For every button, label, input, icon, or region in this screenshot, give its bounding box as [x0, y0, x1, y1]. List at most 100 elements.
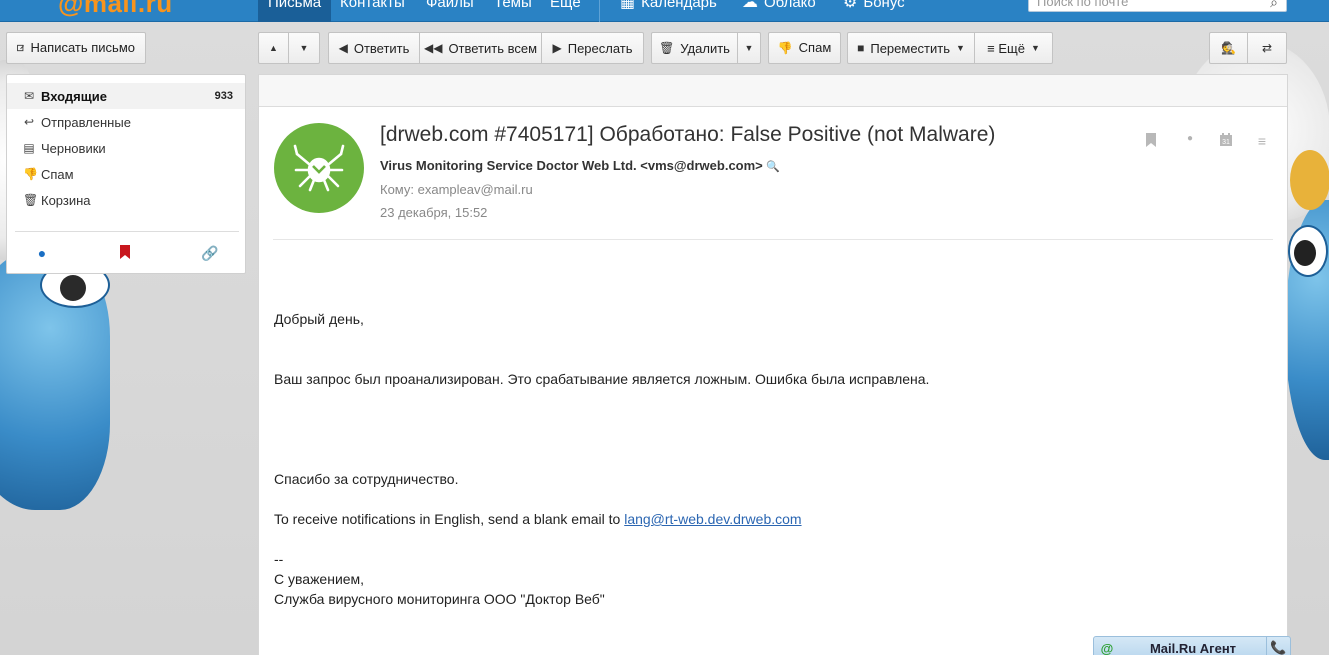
message-sender-label: Virus Monitoring Service Doctor Web Ltd.…	[380, 158, 763, 173]
next-message-button[interactable]: ▼	[289, 32, 320, 64]
arrow-up-icon: ▲	[269, 43, 278, 53]
body-signature: Служба вирусного мониторинга ООО "Доктор…	[274, 591, 605, 607]
spy-icon: 🕵	[1221, 41, 1236, 55]
reply-button[interactable]: ◀ Ответить	[328, 32, 420, 64]
reply-label: Ответить	[353, 40, 410, 56]
nav-more[interactable]: Ещё	[540, 0, 591, 22]
calendar-icon: ▦	[620, 0, 636, 11]
reply-all-label: Ответить всем	[448, 40, 538, 56]
forward-button[interactable]: ▶ Переслать	[542, 32, 644, 64]
folder-sent[interactable]: ↩ Отправленные	[7, 109, 245, 135]
spam-label: Спам	[798, 40, 832, 55]
body-regards: С уважением,	[274, 571, 365, 587]
nav-contacts[interactable]: Контакты	[330, 0, 415, 22]
forward-icon: ▶	[552, 41, 562, 55]
compose-label: Написать письмо	[30, 40, 135, 55]
move-label: Переместить	[870, 40, 950, 56]
move-button[interactable]: ■ Переместить ▼	[847, 32, 975, 64]
nav-files[interactable]: Файлы	[416, 0, 484, 22]
folder-trash-label: Корзина	[41, 192, 91, 208]
move-more-group: ■ Переместить ▼ ≡ Ещё ▼	[847, 32, 1053, 64]
spam-icon: 👎	[23, 167, 38, 181]
more-button[interactable]: ≡ Ещё ▼	[975, 32, 1053, 64]
folder-inbox-label: Входящие	[41, 88, 107, 104]
folder-spam-label: Спам	[41, 166, 74, 182]
magnifier-icon[interactable]: 🔍	[766, 161, 780, 173]
message-view: [drweb.com #7405171] Обработано: False P…	[258, 74, 1288, 655]
agent-at-icon: @	[1100, 640, 1114, 655]
attachment-filter-paperclip-icon[interactable]: 🔗	[200, 245, 220, 265]
sent-icon: ↩	[23, 115, 35, 129]
folder-trash[interactable]: 🗑 Корзина	[7, 187, 245, 213]
arrow-down-icon: ▼	[299, 43, 309, 53]
nav-themes[interactable]: Темы	[484, 0, 542, 22]
folders-divider	[15, 231, 239, 232]
reply-all-icon: ◀◀	[423, 41, 443, 55]
nav-letters[interactable]: Письма	[258, 0, 332, 22]
folder-drafts-label: Черновики	[41, 140, 106, 156]
svg-text:31: 31	[1222, 139, 1230, 146]
reply-all-button[interactable]: ◀◀ Ответить всем	[420, 32, 542, 64]
view-options-group: 🕵 ⇄	[1209, 32, 1287, 64]
nav-calendar[interactable]: ▦ Календарь	[620, 0, 717, 22]
nav-cloud-label: Облако	[764, 0, 816, 11]
calendar-small-icon[interactable]: 31	[1217, 133, 1235, 151]
mail-ru-logo[interactable]: @mail.ru	[58, 0, 173, 19]
previous-message-button[interactable]: ▲	[258, 32, 289, 64]
nav-bonus-label: Бонус	[863, 0, 905, 11]
background-decoration-right-hair	[1290, 150, 1329, 210]
inbox-count: 933	[214, 90, 233, 102]
search-icon[interactable]: ⌕	[1270, 0, 1278, 11]
delete-options-button[interactable]: ▼	[738, 32, 761, 64]
folder-drafts[interactable]: ▤ Черновики	[7, 135, 245, 161]
flagged-filter-bookmark-icon[interactable]	[115, 245, 135, 265]
message-date: 23 декабря, 15:52	[380, 205, 488, 220]
folder-spam[interactable]: 👎 Спам	[7, 161, 245, 187]
unread-filter-dot-icon[interactable]: ●	[32, 245, 52, 265]
delete-label: Удалить	[680, 40, 730, 56]
more-label: ≡ Ещё	[987, 40, 1025, 56]
trash-icon: 🗑	[659, 41, 675, 55]
gear-icon: ⚙	[843, 0, 858, 11]
body-thanks: Спасибо за сотрудничество.	[274, 471, 459, 487]
reply-group: ◀ Ответить ◀◀ Ответить всем ▶ Переслать	[328, 32, 644, 64]
search-input[interactable]: Поиск по почте ⌕	[1028, 0, 1287, 12]
thumbs-down-icon: 👎	[777, 41, 793, 55]
cloud-icon: ☁	[742, 0, 758, 11]
message-sender[interactable]: Virus Monitoring Service Doctor Web Ltd.…	[380, 158, 780, 173]
body-line1: Ваш запрос был проанализирован. Это сраб…	[274, 371, 930, 387]
unread-dot-icon[interactable]: ●	[1181, 133, 1199, 151]
phone-icon[interactable]: 📞	[1266, 637, 1290, 655]
lang-email-link[interactable]: lang@rt-web.dev.drweb.com	[624, 511, 801, 527]
message-info-strip	[259, 75, 1287, 107]
mailru-agent-bar[interactable]: @ Mail.Ru Агент 📞	[1093, 636, 1291, 655]
forward-label: Переслать	[567, 40, 633, 56]
drweb-spider-icon	[293, 144, 345, 192]
background-decoration-right-pupil	[1294, 240, 1316, 266]
spam-button[interactable]: 👎 Спам	[768, 32, 841, 64]
folder-icon: ■	[857, 41, 865, 55]
folder-sent-label: Отправленные	[41, 114, 131, 130]
nav-bonus[interactable]: ⚙ Бонус	[843, 0, 905, 22]
inbox-icon: ✉	[23, 89, 35, 103]
incognito-button[interactable]: 🕵	[1209, 32, 1248, 64]
folder-inbox[interactable]: ✉ Входящие 933	[7, 83, 245, 109]
nav-cloud[interactable]: ☁ Облако	[742, 0, 816, 22]
menu-icon[interactable]: ≡	[1253, 133, 1271, 151]
top-navigation-bar: @mail.ru Письма Контакты Файлы Темы Ещё …	[0, 0, 1329, 22]
nav-separator	[599, 0, 600, 22]
compose-button[interactable]: Написать письмо	[6, 32, 146, 64]
layout-icon: ⇄	[1261, 41, 1273, 55]
chevron-down-icon: ▼	[744, 43, 754, 53]
delete-button[interactable]: 🗑 Удалить	[651, 32, 738, 64]
flag-bookmark-icon[interactable]	[1142, 133, 1160, 151]
pencil-icon	[17, 44, 25, 52]
body-english-prefix: To receive notifications in English, sen…	[274, 511, 625, 527]
nav-calendar-label: Календарь	[641, 0, 717, 11]
agent-title: Mail.Ru Агент	[1149, 640, 1237, 655]
folders-panel: ✉ Входящие 933 ↩ Отправленные ▤ Черновик…	[6, 74, 246, 274]
body-english-line: To receive notifications in English, sen…	[274, 511, 802, 527]
background-decoration-left-pupil	[60, 275, 86, 301]
layout-toggle-button[interactable]: ⇄	[1248, 32, 1287, 64]
message-recipient: Кому: exampleav@mail.ru	[380, 182, 533, 197]
